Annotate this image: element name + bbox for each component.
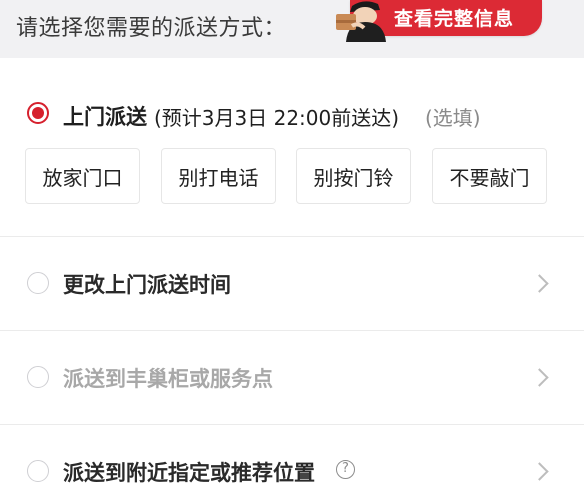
chip-no-call[interactable]: 别打电话 [161,148,276,204]
door-delivery-option[interactable]: 上门派送 (预计3月3日 22:00前送达) (选填) 放家门口 别打电话 别按… [0,58,584,236]
door-delivery-radio[interactable] [27,102,49,124]
door-delivery-eta: (预计3月3日 22:00前送达) [154,106,400,130]
delivery-method-page: 请选择您需要的派送方式： 查看完整信息 上门派送 (预计3月3日 22:00前送… [0,0,584,500]
door-delivery-label: 上门派送 [63,105,147,129]
nearby-radio[interactable] [27,460,49,482]
locker-radio[interactable] [27,366,49,388]
help-icon[interactable]: ? [336,460,355,479]
chip-leave-at-door[interactable]: 放家门口 [25,148,140,204]
chevron-right-icon [530,274,549,293]
chevron-right-icon [530,462,549,481]
option-change-time[interactable]: 更改上门派送时间 [0,237,584,330]
option-nearby-location[interactable]: 派送到附近指定或推荐位置 ? [0,425,584,500]
option-locker-service-point[interactable]: 派送到丰巢柜或服务点 [0,331,584,424]
chip-no-knock[interactable]: 不要敲门 [432,148,547,204]
locker-label: 派送到丰巢柜或服务点 [63,367,273,391]
chip-no-doorbell[interactable]: 别按门铃 [296,148,411,204]
chevron-right-icon [530,368,549,387]
change-time-label: 更改上门派送时间 [63,273,231,297]
change-time-radio[interactable] [27,272,49,294]
courier-mascot-icon [336,1,386,42]
nearby-label: 派送到附近指定或推荐位置 [63,461,315,485]
door-delivery-optional: (选填) [425,106,481,130]
view-full-info-label: 查看完整信息 [394,8,515,30]
page-title: 请选择您需要的派送方式： [16,16,287,41]
header-bar: 请选择您需要的派送方式： 查看完整信息 [0,0,584,58]
